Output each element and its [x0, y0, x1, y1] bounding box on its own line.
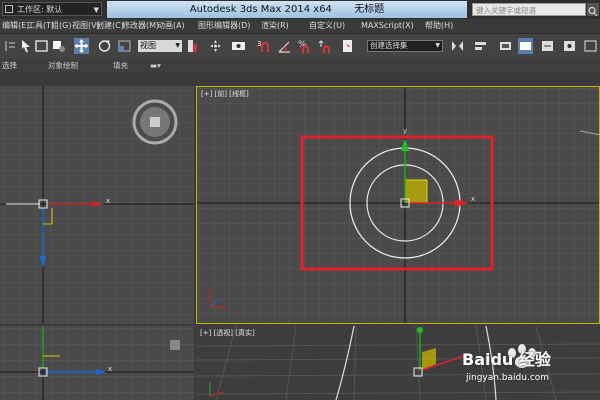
viewport-top-left[interactable]: x: [0, 86, 194, 324]
menu-graph-editors[interactable]: 图形编辑器(D): [198, 19, 250, 33]
viewport-grid: [197, 87, 599, 323]
viewport-label[interactable]: [+] [前] [线框]: [201, 89, 249, 99]
axis-x-label: x: [106, 197, 111, 205]
align-icon[interactable]: [473, 38, 488, 54]
layer-manager-icon[interactable]: [498, 38, 513, 54]
ribbon-tab-selection[interactable]: 选择: [2, 59, 17, 73]
scale-icon[interactable]: [117, 38, 132, 54]
chevron-down-icon: ▼: [93, 6, 99, 14]
named-selection-value: 创建选择集: [370, 41, 408, 50]
menu-maxscript[interactable]: MAXScript(X): [361, 19, 414, 33]
viewport-front-active[interactable]: [+] [前] [线框] y x: [196, 86, 600, 324]
spinner-snap-icon[interactable]: [317, 38, 332, 54]
chevron-down-icon: ▼: [175, 42, 180, 49]
menu-edit[interactable]: 编辑(E): [2, 19, 29, 33]
viewport-bottom-left[interactable]: x: [0, 326, 194, 400]
menu-create[interactable]: 创建(C): [96, 19, 124, 33]
pivot-center-icon[interactable]: [185, 38, 200, 54]
menu-modifiers[interactable]: 修改器(M): [122, 19, 159, 33]
axis-x-label: x: [108, 365, 113, 373]
reference-coordinate-dropdown[interactable]: 视图 ▼: [138, 40, 182, 52]
viewport-grid: [0, 326, 194, 400]
keyboard-shortcut-icon[interactable]: [231, 38, 246, 54]
ribbon-tab-populate[interactable]: 填充: [113, 59, 128, 73]
named-selection-dropdown[interactable]: 创建选择集 ▼: [367, 40, 443, 52]
edit-named-selection-icon[interactable]: [341, 38, 356, 54]
watermark: Baidu 经验 jingyan.baidu.com: [460, 340, 600, 400]
rotate-icon[interactable]: [97, 38, 112, 54]
axis-y-label: y: [403, 127, 408, 135]
material-editor-icon[interactable]: [583, 38, 598, 54]
percent-snap-icon[interactable]: %: [297, 38, 312, 54]
viewport-label[interactable]: [+] [透视] [真实]: [200, 328, 255, 338]
chevron-down-icon: ▼: [435, 42, 440, 49]
main-toolbar: 视图 ▼ 3 % 创建选择集 ▼: [0, 33, 600, 61]
link-icon[interactable]: [3, 38, 18, 54]
window-crossing-icon[interactable]: [51, 38, 66, 54]
app-title: Autodesk 3ds Max 2014 x64: [189, 4, 332, 15]
menu-bar: 编辑(E) 工具(T) 组(G) 视图(V) 创建(C) 修改器(M) 动画(A…: [0, 19, 600, 33]
angle-snap-icon[interactable]: [277, 38, 292, 54]
curve-editor-icon[interactable]: [540, 38, 555, 54]
ribbon-tab-object-paint[interactable]: 对象绘制: [48, 59, 78, 73]
menu-customize[interactable]: 自定义(U): [309, 19, 345, 33]
menu-animation[interactable]: 动画(A): [157, 19, 185, 33]
watermark-url: jingyan.baidu.com: [466, 373, 550, 383]
ribbon-panel-collapsed: [0, 73, 600, 86]
axis-x-label: x: [471, 195, 476, 203]
mirror-icon[interactable]: [450, 38, 465, 54]
workspace-dropdown[interactable]: 工作区: 默认 ▼: [2, 2, 102, 16]
graphite-ribbon-icon[interactable]: [518, 38, 533, 54]
menu-help[interactable]: 帮助(H): [425, 19, 453, 33]
search-icon[interactable]: [587, 3, 599, 17]
move-icon[interactable]: [74, 38, 89, 54]
search-input[interactable]: 键入关键字或短语: [472, 3, 586, 16]
ribbon-options-icon[interactable]: ▬▾: [150, 59, 161, 73]
schematic-view-icon[interactable]: [562, 38, 577, 54]
select-object-icon[interactable]: [19, 38, 34, 54]
viewport-grid: [0, 86, 194, 324]
menu-rendering[interactable]: 渲染(R): [261, 19, 289, 33]
rect-selection-icon[interactable]: [34, 38, 49, 54]
select-manipulate-icon[interactable]: [208, 38, 223, 54]
workspace-icon: [5, 5, 13, 13]
workspace-label: 工作区: 默认: [17, 5, 63, 14]
document-title: 无标题: [354, 4, 385, 15]
title-bar: 工作区: 默认 ▼ Autodesk 3ds Max 2014 x64 无标题 …: [0, 0, 600, 20]
window-title: Autodesk 3ds Max 2014 x64 无标题: [107, 1, 467, 18]
reference-coordinate-value: 视图: [140, 41, 156, 50]
ribbon-bar: 选择 对象绘制 填充 ▬▾: [0, 59, 600, 73]
menu-group[interactable]: 组(G): [51, 19, 71, 33]
svg-text:3: 3: [257, 40, 261, 48]
snap-toggle-icon[interactable]: 3: [257, 38, 272, 54]
watermark-brand: Baidu 经验: [462, 350, 551, 369]
